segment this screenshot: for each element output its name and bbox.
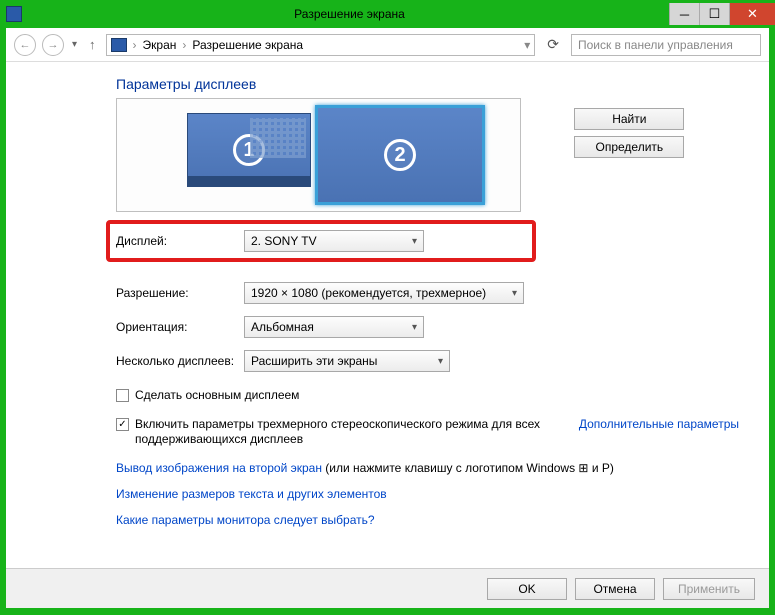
resolution-label: Разрешение:: [116, 286, 244, 300]
make-main-checkbox[interactable]: [116, 389, 129, 402]
text-size-link[interactable]: Изменение размеров текста и других элеме…: [116, 487, 739, 501]
orientation-select[interactable]: Альбомная: [244, 316, 424, 338]
cancel-button[interactable]: Отмена: [575, 578, 655, 600]
chevron-right-icon: ›: [133, 38, 137, 52]
maximize-button[interactable]: ☐: [699, 3, 729, 25]
location-icon: [111, 38, 127, 52]
app-icon: [6, 6, 22, 22]
refresh-button[interactable]: ⟳: [541, 36, 565, 53]
identify-button[interactable]: Определить: [574, 136, 684, 158]
titlebar[interactable]: Разрешение экрана ─ ☐ ✕: [0, 0, 775, 28]
second-screen-link[interactable]: Вывод изображения на второй экран (или н…: [116, 461, 739, 475]
monitor-2[interactable]: 2: [315, 105, 485, 205]
apply-button[interactable]: Применить: [663, 578, 755, 600]
breadcrumb-item[interactable]: Экран: [143, 38, 177, 52]
stereo-checkbox[interactable]: [116, 418, 129, 431]
resolution-select[interactable]: 1920 × 1080 (рекомендуется, трехмерное): [244, 282, 524, 304]
orientation-label: Ориентация:: [116, 320, 244, 334]
monitor-number: 2: [384, 139, 416, 171]
breadcrumb-item[interactable]: Разрешение экрана: [192, 38, 303, 52]
which-settings-link[interactable]: Какие параметры монитора следует выбрать…: [116, 513, 739, 527]
highlighted-row: Дисплей: 2. SONY TV: [106, 220, 536, 262]
address-bar[interactable]: › Экран › Разрешение экрана ▾: [106, 34, 536, 56]
monitor-taskbar-icon: [188, 176, 310, 186]
make-main-label: Сделать основным дисплеем: [135, 388, 299, 403]
content-area: Параметры дисплеев 1 2 Найти Определить …: [6, 62, 769, 568]
bottom-bar: OK Отмена Применить: [6, 568, 769, 608]
monitor-wallpaper-icon: [250, 118, 306, 158]
search-placeholder: Поиск в панели управления: [578, 38, 733, 52]
chevron-down-icon[interactable]: ▾: [524, 38, 530, 52]
history-dropdown-icon[interactable]: ▾: [70, 39, 79, 50]
forward-button[interactable]: →: [42, 34, 64, 56]
navigation-bar: ← → ▾ ↑ › Экран › Разрешение экрана ▾ ⟳ …: [6, 28, 769, 62]
window-controls: ─ ☐ ✕: [669, 3, 775, 25]
display-select[interactable]: 2. SONY TV: [244, 230, 424, 252]
multi-display-select[interactable]: Расширить эти экраны: [244, 350, 450, 372]
search-input[interactable]: Поиск в панели управления: [571, 34, 761, 56]
stereo-label: Включить параметры трехмерного стереоско…: [135, 417, 555, 447]
display-preview[interactable]: 1 2: [116, 98, 521, 212]
page-title: Параметры дисплеев: [116, 76, 739, 92]
advanced-settings-link[interactable]: Дополнительные параметры: [579, 417, 739, 431]
minimize-button[interactable]: ─: [669, 3, 699, 25]
multi-display-label: Несколько дисплеев:: [116, 354, 244, 368]
window-title: Разрешение экрана: [30, 7, 669, 21]
chevron-right-icon: ›: [182, 38, 186, 52]
monitor-1[interactable]: 1: [187, 113, 311, 187]
close-button[interactable]: ✕: [729, 3, 775, 25]
up-button[interactable]: ↑: [85, 37, 100, 52]
window-frame: Разрешение экрана ─ ☐ ✕ ← → ▾ ↑ › Экран …: [0, 0, 775, 615]
display-label: Дисплей:: [116, 234, 244, 248]
back-button[interactable]: ←: [14, 34, 36, 56]
find-button[interactable]: Найти: [574, 108, 684, 130]
ok-button[interactable]: OK: [487, 578, 567, 600]
